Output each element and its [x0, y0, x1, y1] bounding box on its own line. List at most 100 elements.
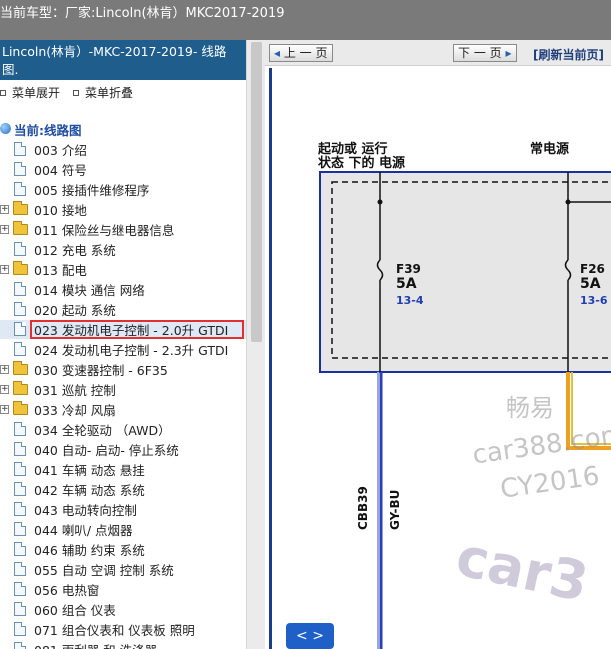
- tree-doc-item[interactable]: 071 组合仪表和 仪表板 照明: [0, 620, 246, 639]
- current-vehicle-label: 当前车型：: [0, 6, 66, 21]
- tree-doc-item[interactable]: 060 组合 仪表: [0, 600, 246, 619]
- navigation-tree: 当前:线路图 003 介绍 004 符号 005 接插件维修程序 +010 接地 +01…: [0, 120, 246, 649]
- tree-item-label: 012 充电 系统: [34, 243, 116, 258]
- tree-folder-item[interactable]: +030 变速器控制 - 6F35: [0, 360, 246, 379]
- tree-item-label: 081 雨刮器 和 洗涤器: [34, 640, 157, 649]
- document-icon: [14, 642, 26, 649]
- tree-doc-item[interactable]: 042 车辆 动态 系统: [0, 480, 246, 499]
- document-icon: [14, 562, 26, 576]
- tree-doc-item[interactable]: 044 喇叭/ 点烟器: [0, 520, 246, 539]
- tree-item-label: 041 车辆 动态 悬挂: [34, 463, 145, 478]
- tree-folder-item[interactable]: +011 保险丝与继电器信息: [0, 220, 246, 239]
- tree-item-label: 055 自动 空调 控制 系统: [34, 563, 174, 578]
- tree-doc-item[interactable]: 055 自动 空调 控制 系统: [0, 560, 246, 579]
- document-icon: [14, 482, 26, 496]
- expand-plus-icon[interactable]: +: [0, 265, 9, 274]
- tree-item-label: 033 冷却 风扇: [34, 403, 116, 418]
- document-icon: [14, 582, 26, 596]
- expand-menu-button[interactable]: 菜单展开: [0, 84, 60, 101]
- fuse-f39-name: F39: [396, 262, 421, 276]
- tree-doc-item[interactable]: 043 电动转向控制: [0, 500, 246, 519]
- folder-icon: [13, 361, 28, 375]
- document-icon: [14, 342, 26, 356]
- expand-plus-icon[interactable]: +: [0, 205, 9, 214]
- tree-doc-item[interactable]: 014 模块 通信 网络: [0, 280, 246, 299]
- tree-folder-item[interactable]: +013 配电: [0, 260, 246, 279]
- document-icon: [14, 142, 26, 156]
- diagram-panel: ◂ 上 一 页 下 一 页 ▸ [刷新当前页] 起动或 运行 状态 下的 电源 …: [265, 40, 611, 649]
- fuse-f26-rating: 5A: [580, 276, 601, 292]
- tree-item-label: 003 介绍: [34, 143, 87, 158]
- tree-item-label: 010 接地: [34, 203, 87, 218]
- folder-icon: [13, 261, 28, 275]
- tree-doc-item[interactable]: 041 车辆 动态 悬挂: [0, 460, 246, 479]
- tree-item-label: 046 辅助 约束 系统: [34, 543, 145, 558]
- document-icon: [14, 322, 26, 336]
- document-icon: [14, 442, 26, 456]
- tree-doc-item[interactable]: 081 雨刮器 和 洗涤器: [0, 640, 246, 649]
- tree-doc-item[interactable]: 005 接插件维修程序: [0, 180, 246, 199]
- expand-plus-icon[interactable]: +: [0, 385, 9, 394]
- tree-doc-item[interactable]: 020 起动 系统: [0, 300, 246, 319]
- refresh-page-link[interactable]: [刷新当前页]: [533, 46, 604, 63]
- tree-item-label: 024 发动机电子控制 - 2.3升 GTDI: [34, 343, 229, 358]
- tree-item-label: 031 巡航 控制: [34, 383, 116, 398]
- tree-item-label: 011 保险丝与继电器信息: [34, 223, 175, 238]
- prev-page-label: 上 一 页: [283, 46, 328, 60]
- document-icon: [14, 282, 26, 296]
- folder-icon: [13, 201, 28, 215]
- wire-connector-label: CBB39: [356, 486, 370, 530]
- tree-root[interactable]: 当前:线路图: [0, 120, 246, 139]
- document-icon: [14, 602, 26, 616]
- arrow-right-icon: ▸: [505, 46, 512, 60]
- fuse-f39-rating: 5A: [396, 276, 417, 292]
- next-page-button[interactable]: 下 一 页 ▸: [453, 44, 517, 62]
- collapse-square-icon: [73, 89, 79, 96]
- collapse-menu-label: 菜单折叠: [85, 86, 134, 100]
- expand-menu-label: 菜单展开: [12, 86, 61, 100]
- tree-item-label: 034 全轮驱动 （AWD）: [34, 423, 171, 438]
- document-icon: [14, 422, 26, 436]
- left-scrollbar[interactable]: [246, 40, 265, 649]
- manufacturer-label: 厂家:Lincoln(林肯）MKC2017-2019: [65, 6, 285, 21]
- tree-item-label: 043 电动转向控制: [34, 503, 137, 518]
- tree-doc-item[interactable]: 046 辅助 约束 系统: [0, 540, 246, 559]
- document-icon: [14, 182, 26, 196]
- tree-doc-item[interactable]: 012 充电 系统: [0, 240, 246, 259]
- expand-plus-icon[interactable]: +: [0, 225, 9, 234]
- fuse-f26-name: F26: [580, 262, 605, 276]
- tree-folder-item[interactable]: +031 巡航 控制: [0, 380, 246, 399]
- tree-folder-item[interactable]: +033 冷却 风扇: [0, 400, 246, 419]
- folder-icon: [13, 221, 28, 235]
- tree-doc-item[interactable]: 003 介绍: [0, 140, 246, 159]
- tree-doc-item[interactable]: 024 发动机电子控制 - 2.3升 GTDI: [0, 340, 246, 359]
- globe-icon: [0, 123, 11, 134]
- junction-dot-right: [565, 199, 571, 205]
- page-nav-bar: ◂ 上 一 页 下 一 页 ▸ [刷新当前页]: [265, 40, 611, 66]
- tree-item-label: 042 车辆 动态 系统: [34, 483, 145, 498]
- folder-icon: [13, 381, 28, 395]
- wire-color-label: GY-BU: [388, 489, 402, 530]
- header-title-line1: Lincoln(林肯）-MKC-2017-2019- 线路: [2, 44, 227, 59]
- scrollbar-thumb[interactable]: [251, 42, 262, 342]
- tree-root-label: 当前:线路图: [14, 123, 82, 138]
- menu-controls: 菜单展开 菜单折叠: [0, 84, 246, 104]
- tree-doc-item[interactable]: 056 电热窗: [0, 580, 246, 599]
- document-icon: [14, 542, 26, 556]
- expand-plus-icon[interactable]: +: [0, 405, 9, 414]
- tree-doc-item[interactable]: 004 符号: [0, 160, 246, 179]
- watermark-cn: 畅易: [506, 394, 554, 422]
- tree-doc-item[interactable]: 040 自动- 启动- 停止系统: [0, 440, 246, 459]
- tree-doc-item[interactable]: 023 发动机电子控制 - 2.0升 GTDI: [0, 320, 246, 339]
- wiring-diagram: 起动或 运行 状态 下的 电源 常电源 F39 5A 13-4 F26 5A 1…: [269, 68, 611, 649]
- prev-page-button[interactable]: ◂ 上 一 页: [269, 44, 333, 62]
- tree-folder-item[interactable]: +010 接地: [0, 200, 246, 219]
- tree-item-label: 044 喇叭/ 点烟器: [34, 523, 133, 538]
- tree-item-label: 013 配电: [34, 263, 87, 278]
- fuse-f39-ref: 13-4: [396, 294, 424, 307]
- page-switch-button[interactable]: < >: [286, 623, 334, 649]
- expand-plus-icon[interactable]: +: [0, 365, 9, 374]
- tree-doc-item[interactable]: 034 全轮驱动 （AWD）: [0, 420, 246, 439]
- top-status-bar: 当前车型：厂家:Lincoln(林肯）MKC2017-2019: [0, 0, 611, 40]
- collapse-menu-button[interactable]: 菜单折叠: [73, 84, 133, 101]
